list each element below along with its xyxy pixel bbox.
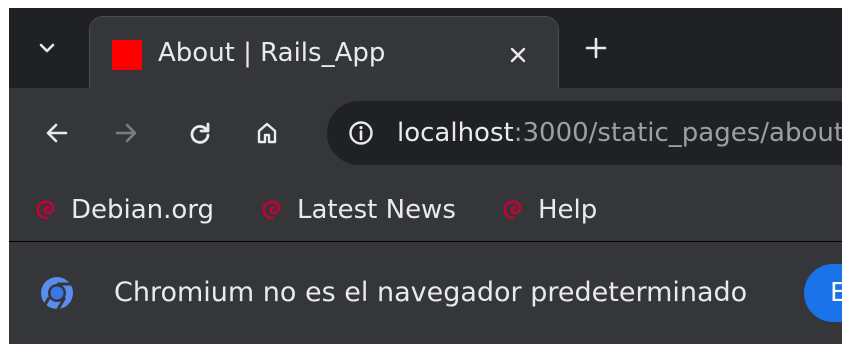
back-arrow-icon xyxy=(46,123,68,143)
infobar-message: Chromium no es el navegador predetermina… xyxy=(114,277,748,308)
bookmark-label: Latest News xyxy=(297,195,456,225)
tab-close-button[interactable] xyxy=(500,37,536,73)
default-browser-infobar: Chromium no es el navegador predetermina… xyxy=(9,242,842,344)
url-path: :3000/static_pages/about xyxy=(513,118,842,148)
back-button[interactable] xyxy=(35,111,79,155)
forward-arrow-icon xyxy=(115,123,137,143)
chevron-down-icon xyxy=(39,43,55,53)
bookmark-label: Help xyxy=(538,195,598,225)
debian-swirl-icon xyxy=(500,197,526,223)
url-text: localhost:3000/static_pages/about xyxy=(397,113,842,153)
tab-favicon xyxy=(112,40,142,70)
tab-title: About | Rails_App xyxy=(158,38,386,68)
debian-swirl-icon xyxy=(259,197,285,223)
site-info-icon xyxy=(349,121,373,145)
bookmark-debian-org[interactable]: Debian.org xyxy=(33,190,214,230)
toolbar: localhost:3000/static_pages/about xyxy=(9,88,842,178)
bookmark-help[interactable]: Help xyxy=(500,190,597,230)
omnibox[interactable]: localhost:3000/static_pages/about xyxy=(327,101,842,165)
browser-window: About | Rails_App localhost:3000/static_… xyxy=(9,8,842,344)
plus-icon xyxy=(585,37,607,59)
bookmarks-bar: Debian.org Latest News Help xyxy=(9,178,842,242)
chromium-icon xyxy=(41,277,73,311)
url-host: localhost xyxy=(397,118,514,148)
debian-swirl-icon xyxy=(33,197,59,223)
bookmark-label: Debian.org xyxy=(71,195,215,225)
new-tab-button[interactable] xyxy=(576,28,616,68)
site-info-button[interactable] xyxy=(341,113,381,153)
home-button[interactable] xyxy=(245,111,289,155)
home-icon xyxy=(257,122,277,144)
close-icon xyxy=(510,47,526,63)
bookmark-latest-news[interactable]: Latest News xyxy=(259,190,456,230)
reload-button[interactable] xyxy=(178,111,222,155)
set-as-default-button[interactable]: Establecer como predeterminado xyxy=(804,264,842,322)
tab-search-button[interactable] xyxy=(27,28,67,68)
active-tab[interactable]: About | Rails_App xyxy=(89,16,559,88)
forward-button[interactable] xyxy=(104,111,148,155)
tab-strip: About | Rails_App xyxy=(9,8,842,88)
reload-icon xyxy=(190,122,210,144)
